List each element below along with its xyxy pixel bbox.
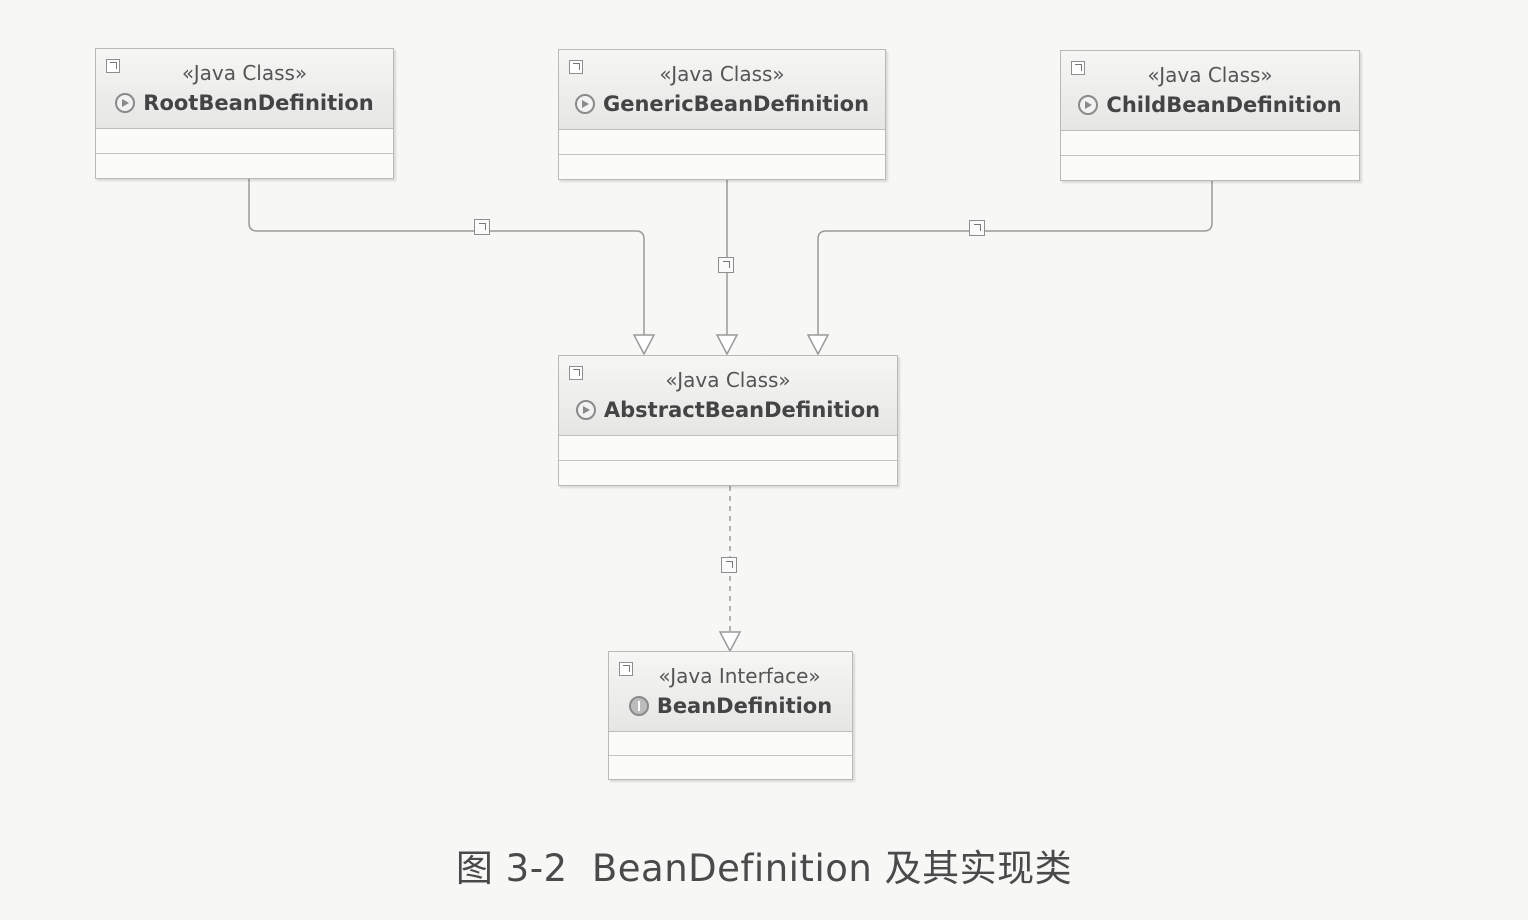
edge-marker-icon bbox=[718, 257, 734, 273]
class-header: «Java Class» AbstractBeanDefinition bbox=[559, 356, 897, 436]
class-icon bbox=[115, 93, 136, 113]
class-name: RootBeanDefinition bbox=[96, 91, 393, 115]
arrowhead-child bbox=[806, 334, 830, 356]
arrowhead-interface bbox=[718, 631, 742, 653]
abstract-class-icon bbox=[575, 400, 596, 420]
edge-marker-icon bbox=[721, 557, 737, 573]
class-name-text: RootBeanDefinition bbox=[143, 91, 374, 115]
class-name: ChildBeanDefinition bbox=[1061, 93, 1359, 117]
class-name: AbstractBeanDefinition bbox=[559, 398, 897, 422]
class-generic-bean-definition[interactable]: «Java Class» GenericBeanDefinition bbox=[558, 49, 886, 180]
interface-bean-definition[interactable]: «Java Interface» BeanDefinition bbox=[608, 651, 853, 780]
arrowhead-root bbox=[632, 334, 656, 356]
edge-marker-icon bbox=[969, 220, 985, 236]
class-name-text: GenericBeanDefinition bbox=[602, 92, 870, 116]
class-child-bean-definition[interactable]: «Java Class» ChildBeanDefinition bbox=[1060, 50, 1360, 181]
edge-child-to-abstract bbox=[817, 181, 1213, 335]
class-root-bean-definition[interactable]: «Java Class» RootBeanDefinition bbox=[95, 48, 394, 179]
edge-marker-icon bbox=[474, 219, 490, 235]
edge-root-to-abstract bbox=[248, 179, 645, 335]
stereotype-label: «Java Class» bbox=[181, 61, 308, 85]
class-header: «Java Class» ChildBeanDefinition bbox=[1061, 51, 1359, 131]
figure-caption: 图 3-2 BeanDefinition 及其实现类 bbox=[0, 838, 1528, 892]
uml-diagram: «Java Class» RootBeanDefinition «Java Cl… bbox=[0, 0, 1528, 920]
compartment-divider bbox=[1061, 155, 1359, 156]
arrowhead-generic bbox=[715, 334, 739, 356]
class-name-text: BeanDefinition bbox=[656, 694, 833, 718]
class-header: «Java Interface» BeanDefinition bbox=[609, 652, 852, 732]
stereotype-label: «Java Class» bbox=[1147, 63, 1273, 87]
class-icon bbox=[574, 94, 595, 114]
interface-icon bbox=[628, 696, 649, 716]
class-icon bbox=[1078, 95, 1099, 115]
compartment-divider bbox=[559, 154, 885, 155]
figure-title: BeanDefinition 及其实现类 bbox=[591, 847, 1073, 890]
stereotype-label: «Java Interface» bbox=[658, 664, 821, 688]
class-abstract-bean-definition[interactable]: «Java Class» AbstractBeanDefinition bbox=[558, 355, 898, 486]
class-name-text: AbstractBeanDefinition bbox=[603, 398, 881, 422]
class-name: BeanDefinition bbox=[609, 694, 852, 718]
figure-number: 图 3-2 bbox=[455, 847, 568, 890]
compartment-divider bbox=[559, 460, 897, 461]
stereotype-label: «Java Class» bbox=[659, 62, 785, 86]
class-name: GenericBeanDefinition bbox=[559, 92, 885, 116]
class-header: «Java Class» RootBeanDefinition bbox=[96, 49, 393, 129]
compartment-divider bbox=[96, 153, 393, 154]
stereotype-label: «Java Class» bbox=[665, 368, 791, 392]
compartment-divider bbox=[609, 755, 852, 756]
class-name-text: ChildBeanDefinition bbox=[1106, 93, 1342, 117]
class-header: «Java Class» GenericBeanDefinition bbox=[559, 50, 885, 130]
